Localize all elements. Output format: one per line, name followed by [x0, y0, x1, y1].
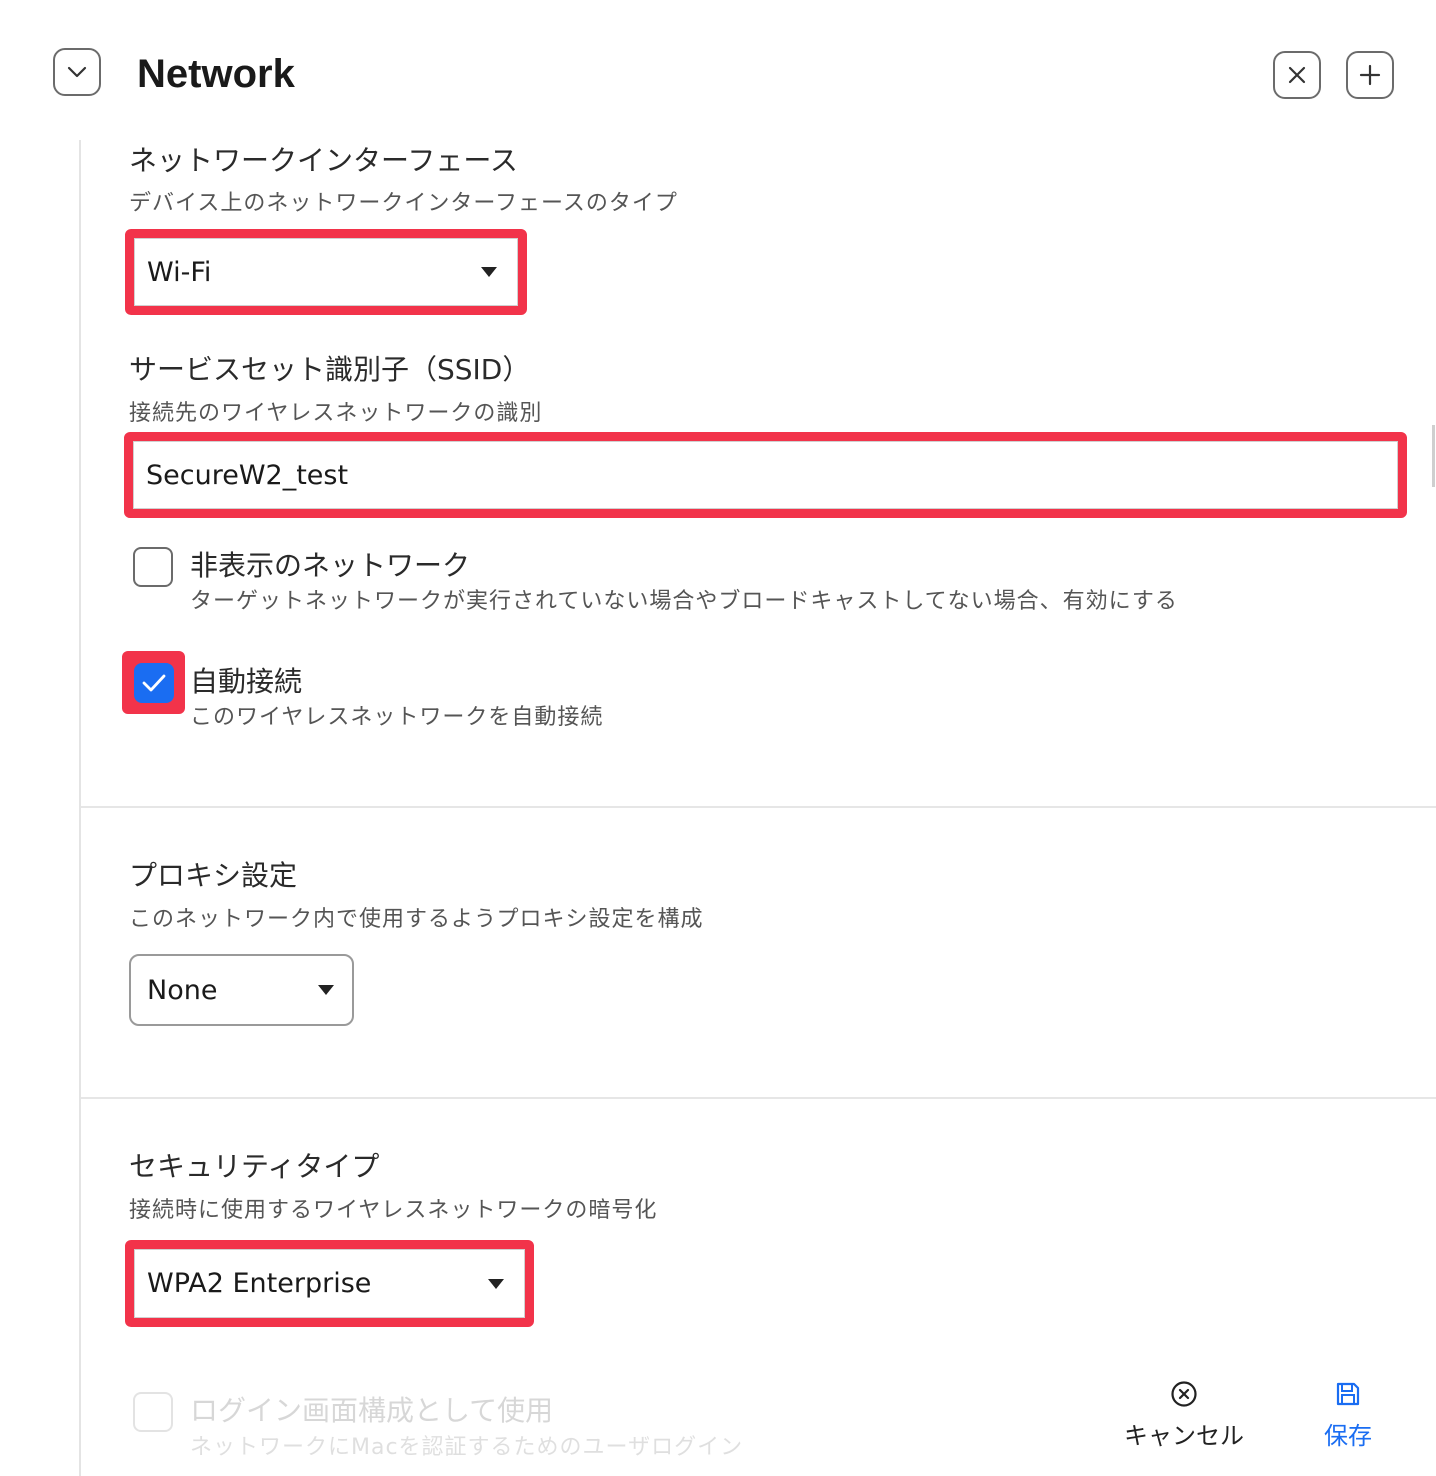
security-label: セキュリティタイプ	[129, 1150, 380, 1183]
cancel-button[interactable]: キャンセル	[1124, 1380, 1244, 1451]
page-title: Network	[137, 52, 295, 96]
interface-desc: デバイス上のネットワークインターフェースのタイプ	[129, 191, 678, 216]
cancel-label: キャンセル	[1124, 1422, 1244, 1450]
chevron-down-icon	[67, 66, 87, 78]
section-left-rule	[79, 140, 81, 1476]
interface-select[interactable]: Wi-Fi	[134, 238, 518, 306]
security-select-highlight: WPA2 Enterprise	[125, 1240, 534, 1327]
save-label: 保存	[1324, 1422, 1372, 1450]
ssid-input-highlight: SecureW2_test	[124, 432, 1407, 518]
caret-down-icon	[481, 267, 497, 277]
interface-label: ネットワークインターフェース	[129, 144, 518, 177]
auto-join-desc: このワイヤレスネットワークを自動接続	[190, 705, 604, 730]
interface-select-value: Wi-Fi	[147, 256, 212, 288]
checkmark-icon	[142, 674, 165, 691]
section-divider	[81, 1097, 1436, 1099]
login-window-label: ログイン画面構成として使用	[190, 1394, 554, 1427]
save-disk-icon	[1336, 1382, 1360, 1406]
security-select-value: WPA2 Enterprise	[147, 1268, 372, 1299]
caret-down-icon	[488, 1278, 504, 1289]
ssid-desc: 接続先のワイヤレスネットワークの識別	[129, 401, 543, 426]
close-icon	[1288, 66, 1306, 84]
collapse-button[interactable]	[53, 48, 101, 96]
plus-icon	[1359, 64, 1381, 86]
ssid-input[interactable]: SecureW2_test	[133, 441, 1398, 509]
proxy-select-value: None	[147, 974, 218, 1006]
login-window-checkbox[interactable]	[133, 1392, 173, 1432]
interface-select-highlight: Wi-Fi	[125, 229, 527, 315]
ssid-input-value: SecureW2_test	[146, 459, 349, 491]
ssid-label: サービスセット識別子（SSID）	[129, 353, 531, 386]
proxy-select[interactable]: None	[129, 954, 354, 1026]
caret-down-icon	[318, 985, 334, 995]
save-button[interactable]: 保存	[1318, 1380, 1378, 1451]
auto-join-checkbox-highlight	[122, 651, 185, 714]
add-payload-button[interactable]	[1346, 51, 1394, 99]
auto-join-label: 自動接続	[190, 665, 303, 698]
scrollbar-thumb[interactable]	[1432, 425, 1435, 487]
hidden-network-checkbox[interactable]	[133, 547, 173, 587]
cancel-circle-icon	[1171, 1381, 1197, 1407]
hidden-network-desc: ターゲットネットワークが実行されていない場合やブロードキャストしてない場合、有効…	[190, 589, 1178, 614]
auto-join-checkbox[interactable]	[133, 662, 174, 703]
section-divider	[81, 806, 1436, 808]
login-window-desc: ネットワークにMacを認証するためのユーザログイン	[190, 1435, 744, 1460]
proxy-desc: このネットワーク内で使用するようプロキシ設定を構成	[129, 907, 704, 932]
security-select[interactable]: WPA2 Enterprise	[134, 1249, 525, 1318]
proxy-label: プロキシ設定	[129, 859, 298, 892]
hidden-network-label: 非表示のネットワーク	[190, 549, 471, 582]
security-desc: 接続時に使用するワイヤレスネットワークの暗号化	[129, 1198, 658, 1223]
remove-payload-button[interactable]	[1273, 51, 1321, 99]
